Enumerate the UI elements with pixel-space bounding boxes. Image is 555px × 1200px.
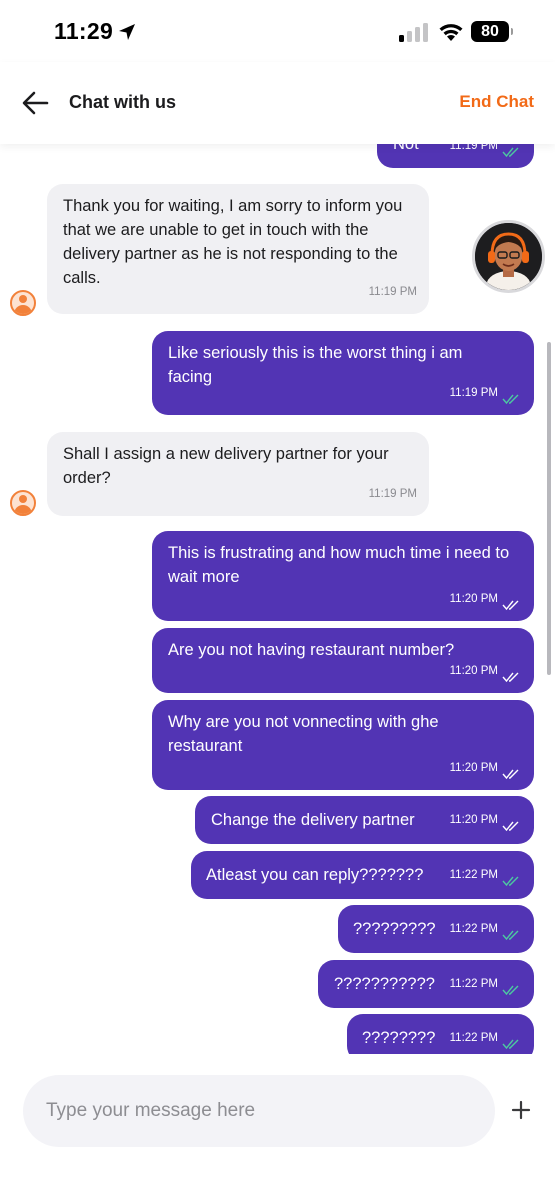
message-bubble-incoming: Thank you for waiting, I am sorry to inf… (47, 184, 429, 314)
message-text: ????????? (353, 920, 436, 938)
message-bubble-incoming: Shall I assign a new delivery partner fo… (47, 432, 429, 516)
agent-face-icon (475, 223, 542, 290)
message-text: Thank you for waiting, I am sorry to inf… (63, 197, 403, 287)
message-time: 11:20 PM (449, 814, 498, 826)
message-input[interactable] (23, 1075, 495, 1147)
message-text: Like seriously this is the worst thing i… (168, 344, 463, 386)
delivered-ticks-icon (502, 600, 519, 611)
read-ticks-icon (502, 1039, 519, 1050)
message-text: ??????????? (334, 975, 435, 993)
read-ticks-icon (502, 930, 519, 941)
message-list[interactable]: Not 11:19 PM Thank you for waiting, I am… (0, 144, 555, 1054)
message-text: ???????? (362, 1029, 436, 1047)
delivered-ticks-icon (502, 769, 519, 780)
message-bubble-outgoing: ???????? 11:22 PM (347, 1014, 534, 1054)
message-bubble-outgoing: This is frustrating and how much time i … (152, 531, 534, 621)
home-indicator-area (0, 1160, 555, 1200)
message-time: 11:22 PM (449, 1032, 498, 1044)
plus-icon[interactable] (508, 1097, 534, 1123)
message-bubble-outgoing: Not 11:19 PM (377, 144, 534, 168)
message-bubble-outgoing: ????????? 11:22 PM (338, 905, 534, 953)
status-bar: 11:29 80 (0, 0, 555, 62)
message-time: 11:22 PM (449, 869, 498, 881)
message-text: Atleast you can reply??????? (206, 866, 424, 884)
read-ticks-icon (502, 147, 519, 158)
message-time: 11:20 PM (449, 593, 498, 605)
scrollbar[interactable] (547, 342, 551, 675)
signal-icon (399, 22, 429, 42)
status-time: 11:29 (54, 18, 114, 44)
message-time: 11:22 PM (449, 923, 498, 935)
page-title: Chat with us (69, 92, 176, 112)
back-arrow-icon[interactable] (20, 90, 50, 116)
message-time: 11:20 PM (449, 762, 498, 774)
read-ticks-icon (502, 394, 519, 405)
location-arrow-icon (119, 24, 135, 40)
wifi-icon (439, 24, 463, 41)
message-text: Shall I assign a new delivery partner fo… (63, 445, 389, 487)
delivered-ticks-icon (502, 821, 519, 832)
message-text: This is frustrating and how much time i … (168, 544, 510, 586)
message-bubble-outgoing: ??????????? 11:22 PM (318, 960, 534, 1008)
message-bubble-outgoing: Change the delivery partner 11:20 PM (195, 796, 534, 844)
message-time: 11:19 PM (449, 144, 498, 152)
delivered-ticks-icon (502, 672, 519, 683)
message-bubble-outgoing: Like seriously this is the worst thing i… (152, 331, 534, 415)
message-time: 11:19 PM (449, 387, 498, 399)
battery-level: 80 (481, 23, 499, 40)
message-bubble-outgoing: Atleast you can reply??????? 11:22 PM (191, 851, 534, 899)
message-bubble-outgoing: Are you not having restaurant number? 11… (152, 628, 534, 693)
message-text: Not (393, 144, 419, 153)
read-ticks-icon (502, 985, 519, 996)
message-text: Why are you not vonnecting with ghe rest… (168, 713, 439, 755)
battery-icon: 80 (471, 21, 513, 42)
message-time: 11:19 PM (368, 488, 417, 500)
message-time: 11:22 PM (449, 978, 498, 990)
agent-avatar (10, 490, 36, 516)
end-chat-button[interactable]: End Chat (459, 92, 534, 112)
read-ticks-icon (502, 876, 519, 887)
message-text: Change the delivery partner (211, 811, 415, 829)
chat-header: Chat with us End Chat (0, 62, 555, 144)
support-agent-avatar[interactable] (472, 220, 545, 293)
message-time: 11:20 PM (449, 665, 498, 677)
agent-avatar (10, 290, 36, 316)
message-bubble-outgoing: Why are you not vonnecting with ghe rest… (152, 700, 534, 790)
message-composer (23, 1075, 495, 1147)
message-time: 11:19 PM (368, 286, 417, 298)
